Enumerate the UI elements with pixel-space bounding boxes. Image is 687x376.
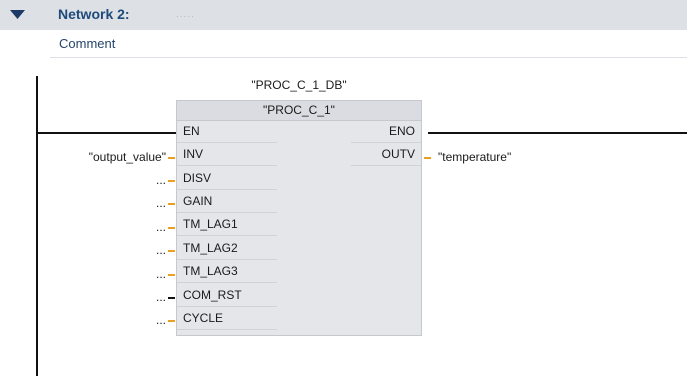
connector-inv	[168, 157, 175, 159]
connector-disv	[168, 180, 175, 182]
network-title[interactable]: Network 2:	[58, 6, 130, 22]
operand-outv[interactable]: "temperature"	[438, 150, 511, 164]
power-wire-out	[428, 132, 687, 134]
operand-tm-lag2[interactable]: ...	[156, 243, 166, 257]
pin-cycle: CYCLE	[177, 307, 277, 330]
operand-tm-lag1[interactable]: ...	[156, 220, 166, 234]
connector-gain	[168, 203, 175, 205]
pin-disv: DISV	[177, 167, 277, 190]
pin-gain: GAIN	[177, 190, 277, 213]
pin-tm-lag3: TM_LAG3	[177, 260, 277, 283]
operand-cycle[interactable]: ...	[156, 313, 166, 327]
operand-tm-lag3[interactable]: ...	[156, 267, 166, 281]
connector-tm-lag2	[168, 250, 175, 252]
block-type-name: "PROC_C_1"	[177, 101, 421, 121]
power-rail	[36, 76, 38, 376]
power-wire-in	[38, 132, 176, 134]
function-block[interactable]: "PROC_C_1" EN ENO INV OUTV DISV GAIN TM_…	[176, 100, 422, 336]
pin-outv: OUTV	[351, 143, 421, 166]
pin-tm-lag2: TM_LAG2	[177, 237, 277, 260]
pin-eno: ENO	[351, 120, 421, 143]
connector-tm-lag1	[168, 227, 175, 229]
network-header: Network 2: .....	[0, 0, 687, 30]
network-comment[interactable]: Comment	[50, 30, 687, 58]
connector-cycle	[168, 320, 175, 322]
operand-inv[interactable]: "output_value"	[89, 150, 166, 164]
collapse-triangle-icon[interactable]	[10, 10, 25, 19]
operand-gain[interactable]: ...	[156, 196, 166, 210]
instance-db-name[interactable]: "PROC_C_1_DB"	[176, 78, 422, 92]
network-name-placeholder[interactable]: .....	[176, 9, 195, 20]
pin-com-rst: COM_RST	[177, 284, 277, 307]
operand-com-rst[interactable]: ...	[156, 290, 166, 304]
operand-disv[interactable]: ...	[156, 173, 166, 187]
connector-tm-lag3	[168, 274, 175, 276]
connector-outv	[424, 157, 431, 159]
pin-en: EN	[177, 120, 277, 143]
connector-com-rst	[168, 297, 175, 299]
comment-label: Comment	[59, 36, 116, 51]
pin-tm-lag1: TM_LAG1	[177, 213, 277, 236]
pin-inv: INV	[177, 143, 277, 166]
